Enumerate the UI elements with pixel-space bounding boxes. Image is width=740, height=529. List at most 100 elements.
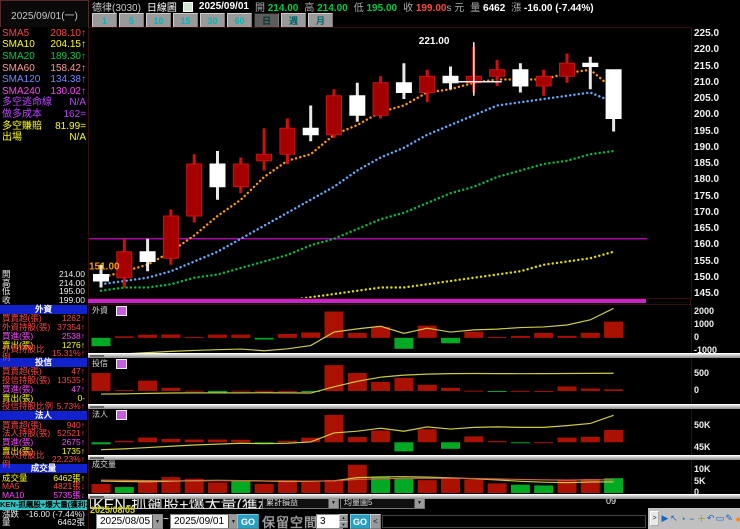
axis-tick-label: 50K xyxy=(694,421,711,430)
go-button[interactable]: GO xyxy=(237,514,259,529)
current-date-box: 2025/09/01(一) xyxy=(0,0,89,28)
section-header-法人: 法人 xyxy=(0,411,87,421)
period-button-60[interactable]: 60 xyxy=(227,13,252,28)
date-to-input[interactable]: 2025/09/01 ▼ xyxy=(170,514,239,529)
quote-date: 2025/09/01 xyxy=(199,1,249,12)
pane-法人[interactable] xyxy=(88,408,692,457)
stat-row: SMA120134.38↑ xyxy=(0,74,88,86)
stat-label: 多空賺賠 xyxy=(2,122,42,132)
sidebar: SMA5 208.10↑SMA10204.15↑SMA20189.30↑SMA60… xyxy=(0,27,89,529)
stepper-down-icon[interactable]: ▼ xyxy=(339,521,348,528)
stat-value: 199.00 xyxy=(59,296,85,305)
pane-成交量[interactable] xyxy=(88,459,692,496)
legend-chip-icon xyxy=(116,359,127,369)
axis-tick-label: 0 xyxy=(694,386,699,395)
quote-field-label: 漲 xyxy=(511,3,521,14)
stat-row: SMA10204.15↑ xyxy=(0,40,88,52)
period-button-5[interactable]: 5 xyxy=(119,13,144,28)
axis-tick-label: 1000 xyxy=(694,320,714,329)
stat-label: 多空逃命線 xyxy=(2,98,52,108)
go-button-2[interactable]: GO xyxy=(350,514,370,529)
axis-tick-label: 145.0 xyxy=(694,289,719,299)
axis-tick-label: 0 xyxy=(694,333,699,342)
stat-row: SMA240130.02↑ xyxy=(0,86,88,98)
stat-label: 收 xyxy=(2,296,11,305)
minus-icon[interactable]: − xyxy=(688,512,696,525)
stat-row: SMA20189.30↑ xyxy=(0,51,88,63)
price-axis: 225.0220.0215.0210.0205.0200.0195.0190.0… xyxy=(690,27,740,497)
axis-tick-label: 5K xyxy=(694,477,706,486)
stat-label: SMA10 xyxy=(2,40,35,50)
stat-row: SMA60158.42↑ xyxy=(0,63,88,75)
cursor-icon[interactable]: ↖ xyxy=(670,512,678,525)
chart-type-label: 日線圖 xyxy=(147,0,177,14)
quote-field-label: 量 xyxy=(470,3,480,14)
keep-space-stepper[interactable]: ▲ ▼ xyxy=(339,514,348,527)
chip-readout: 開214.00高214.00低195.00收199.00外資買賣超(張)1262… xyxy=(0,270,87,527)
stat-value: 15.31%↑ xyxy=(52,349,85,358)
selection-icon[interactable]: ▭ xyxy=(716,512,725,525)
range-tilde: ~ xyxy=(163,514,169,525)
command-input[interactable] xyxy=(382,515,646,528)
axis-tick-label: 170.0 xyxy=(694,208,719,218)
undo-icon[interactable]: ↶ xyxy=(707,512,715,525)
scroll-right-button[interactable]: > xyxy=(650,511,659,526)
stat-row: SMA5 208.10↑ xyxy=(0,28,88,40)
pane-separator[interactable] xyxy=(88,455,740,460)
period-button-1[interactable]: 1 xyxy=(92,13,117,28)
stat-value: 189.30↑ xyxy=(50,52,86,62)
stat-row: 多空逃命線N/A xyxy=(0,98,88,110)
stat-value: 6462張 xyxy=(58,518,85,527)
stat-label: SMA120 xyxy=(2,75,40,85)
stat-label: SMA240 xyxy=(2,87,40,97)
date-from-value: 2025/08/05 xyxy=(100,516,150,527)
date-to-value: 2025/09/01 xyxy=(174,516,224,527)
stat-value: 208.10↑ xyxy=(50,29,86,39)
stat-label: 做多成本 xyxy=(2,110,42,120)
pane-legend: 法人 xyxy=(92,410,127,420)
quote-field-label: 收 xyxy=(403,3,413,14)
quote-fields: 開 214.00高 214.00低 195.00收 199.00s 元量 646… xyxy=(255,0,594,14)
period-button-日[interactable]: 日 xyxy=(254,13,279,28)
axis-tick-label: 155.0 xyxy=(694,257,719,267)
date-from-input[interactable]: 2025/08/05 ▼ xyxy=(96,514,163,529)
scroll-left-button[interactable]: < xyxy=(370,514,381,529)
play-icon[interactable]: ▶ xyxy=(661,512,669,525)
period-button-週[interactable]: 週 xyxy=(281,13,306,28)
stat-label: SMA5 xyxy=(2,29,29,39)
pane-投信[interactable] xyxy=(88,357,692,406)
legend-chip-icon xyxy=(116,306,127,316)
stat-label: 出場 xyxy=(2,133,22,143)
period-button-15[interactable]: 15 xyxy=(173,13,198,28)
stat-row: 量6462張 xyxy=(0,518,87,527)
pane-separator[interactable] xyxy=(88,494,740,499)
plus-icon[interactable]: ＋ xyxy=(697,512,706,525)
quote-field-value: -16.00 (-7.44%) xyxy=(521,3,593,14)
pane-separator[interactable] xyxy=(88,404,740,409)
pane-legend: 外資 xyxy=(92,306,127,316)
stat-row: 做多成本162= xyxy=(0,109,88,121)
period-toolbar: 1510153060日週月 xyxy=(92,13,333,27)
pane-legend: 成交量 xyxy=(92,461,116,469)
sidebar-strategy-bar[interactable]: KEN-抓飆股+爆大量(獲利3UP) xyxy=(0,500,87,510)
pane-legend: 投信 xyxy=(92,359,127,369)
quote-field-suffix: s 元 xyxy=(446,3,464,14)
quote-field: 量 6462 xyxy=(470,0,505,14)
pencil-icon[interactable]: ✎ xyxy=(725,512,733,525)
pane-separator[interactable] xyxy=(88,353,740,358)
stat-value: 5.73%↑ xyxy=(57,402,85,411)
stock-title: 德律(3030) xyxy=(92,0,141,14)
chevron-down-icon[interactable]: ▼ xyxy=(152,515,162,528)
bell-icon[interactable]: ● xyxy=(734,512,740,525)
axis-tick-label: 180.0 xyxy=(694,175,719,185)
pane-title: 外資 xyxy=(92,307,108,315)
clock-icon[interactable]: ◔ xyxy=(679,512,687,525)
trading-app-window: 2025/09/01(一) 德律(3030) 日線圖 2025/09/01 開 … xyxy=(0,0,740,529)
period-button-10[interactable]: 10 xyxy=(146,13,171,28)
period-button-30[interactable]: 30 xyxy=(200,13,225,28)
stat-value: 5735張↓ xyxy=(53,491,85,500)
period-button-月[interactable]: 月 xyxy=(308,13,333,28)
pane-外資[interactable] xyxy=(88,304,692,355)
stepper-up-icon[interactable]: ▲ xyxy=(339,514,348,521)
main-price-chart[interactable]: 221.00151.00 xyxy=(88,27,692,299)
